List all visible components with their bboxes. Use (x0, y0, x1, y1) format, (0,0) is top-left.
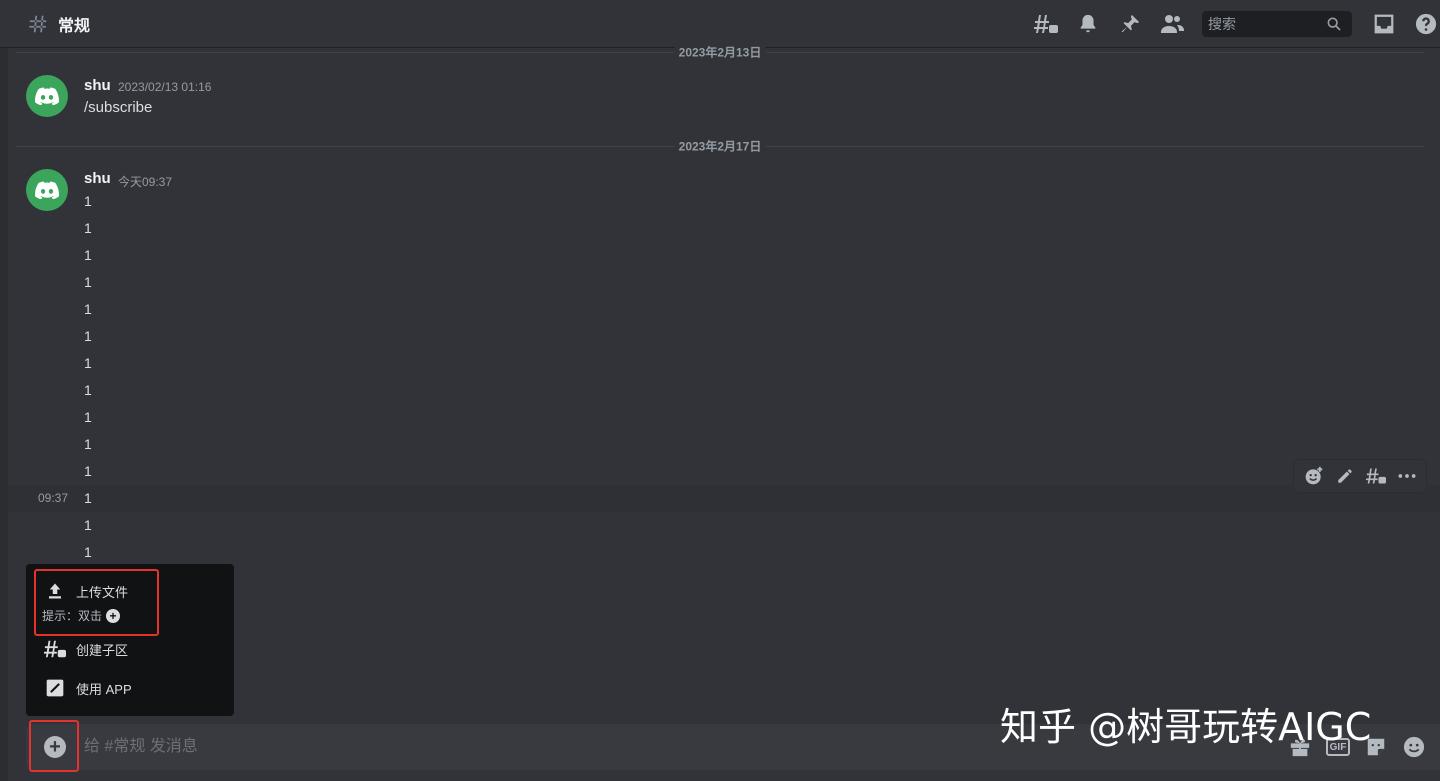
hashtag-icon (26, 12, 50, 36)
app-icon (44, 677, 66, 699)
message-action-bar (1293, 459, 1427, 493)
date-divider-label: 2023年2月17日 (674, 137, 766, 155)
hover-timestamp: 09:37 (38, 491, 69, 505)
message-line: 1 (84, 328, 92, 344)
threads-icon[interactable] (1034, 12, 1058, 36)
avatar[interactable] (26, 169, 68, 211)
bell-icon[interactable] (1076, 12, 1100, 36)
message-author[interactable]: shu (84, 170, 111, 187)
message-line: 1 (84, 544, 92, 560)
message-input[interactable] (84, 734, 984, 760)
header-toolbar (1016, 0, 1440, 48)
members-icon[interactable] (1160, 12, 1184, 36)
highlight-box-plus (29, 720, 79, 772)
date-divider: 2023年2月17日 (16, 137, 1424, 155)
avatar[interactable] (26, 75, 68, 117)
search-box[interactable] (1202, 11, 1352, 37)
message-line: 1 (84, 436, 92, 452)
date-divider-label: 2023年2月13日 (674, 43, 766, 61)
message-line: 1 (84, 247, 92, 263)
message-line: 1 (84, 301, 92, 317)
message-author[interactable]: shu (84, 77, 111, 94)
channel-header: 常规 (0, 0, 1440, 48)
date-divider: 2023年2月13日 (16, 43, 1424, 61)
message-line: 1 (84, 409, 92, 425)
menu-item-label: 使用 APP (76, 681, 132, 697)
message-line: 1 (84, 517, 92, 533)
search-input[interactable] (1208, 16, 1326, 32)
search-icon (1326, 16, 1342, 32)
message-line: 1 (84, 220, 92, 236)
message-line: 1 (84, 463, 92, 479)
menu-item-use-app[interactable]: 使用 APP (44, 677, 132, 699)
highlight-box-upload (34, 569, 159, 636)
message-line: 1 (84, 490, 92, 506)
message-line: 1 (84, 193, 92, 209)
thread-icon (44, 638, 66, 660)
pin-icon[interactable] (1118, 12, 1142, 36)
discord-logo-icon (35, 87, 59, 105)
left-edge (0, 0, 8, 781)
menu-item-create-thread[interactable]: 创建子区 (44, 638, 128, 660)
watermark: 知乎 @树哥玩转AIGC (1000, 705, 1372, 749)
discord-logo-icon (35, 181, 59, 199)
edit-icon[interactable] (1334, 465, 1356, 487)
message-timestamp: 2023/02/13 01:16 (118, 80, 212, 94)
emoji-icon[interactable] (1402, 735, 1426, 759)
create-thread-icon[interactable] (1365, 465, 1387, 487)
message-line: 1 (84, 355, 92, 371)
more-options-icon[interactable] (1396, 465, 1418, 487)
message-line: 1 (84, 274, 92, 290)
add-reaction-icon[interactable] (1303, 465, 1325, 487)
message-timestamp: 今天09:37 (118, 175, 173, 189)
hovered-message-row[interactable] (8, 485, 1440, 512)
message-line: 1 (84, 382, 92, 398)
inbox-icon[interactable] (1372, 12, 1396, 36)
menu-item-label: 创建子区 (76, 642, 129, 658)
channel-title: 常规 (58, 17, 91, 35)
help-icon[interactable] (1414, 12, 1438, 36)
message-text: /subscribe (84, 99, 153, 116)
